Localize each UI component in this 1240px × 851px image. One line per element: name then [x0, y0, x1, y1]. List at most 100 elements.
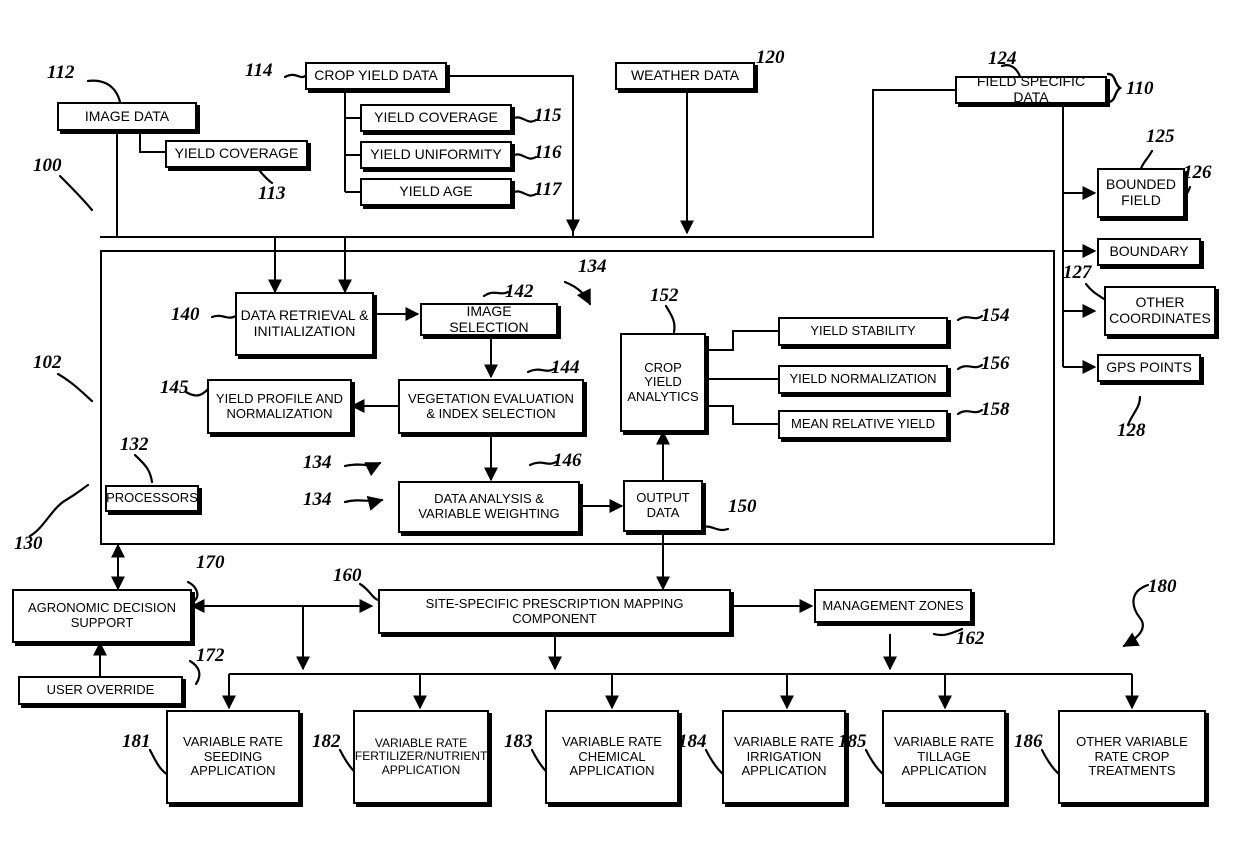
ref-154: 154 — [981, 305, 1010, 326]
box-crop-yield-data[interactable]: CROP YIELD DATA — [305, 62, 447, 90]
box-crop-yield-analytics[interactable]: CROP YIELD ANALYTICS — [620, 333, 706, 432]
ref-182: 182 — [312, 731, 341, 752]
ref-158: 158 — [981, 399, 1010, 420]
ref-134-b: 134 — [303, 452, 332, 473]
ref-183: 183 — [504, 731, 533, 752]
box-gps-points-label: GPS POINTS — [1106, 359, 1192, 376]
box-image-data-label: IMAGE DATA — [84, 107, 170, 124]
box-processors[interactable]: PROCESSORS — [105, 485, 199, 512]
ref-181: 181 — [122, 731, 151, 752]
box-vr-seeding-label: VARIABLE RATE SEEDING APPLICATION — [183, 734, 283, 779]
box-output-data[interactable]: OUTPUT DATA — [623, 480, 703, 532]
box-yield-coverage-image-label: YIELD COVERAGE — [174, 145, 299, 162]
box-data-analysis-label: DATA ANALYSIS & VARIABLE WEIGHTING — [418, 491, 560, 521]
ref-128: 128 — [1117, 420, 1146, 441]
box-boundary-label: BOUNDARY — [1109, 243, 1189, 260]
box-yield-age-label: YIELD AGE — [399, 183, 473, 200]
ref-114: 114 — [245, 60, 273, 81]
box-bounded-field-label: BOUNDED FIELD — [1105, 176, 1176, 208]
box-boundary[interactable]: BOUNDARY — [1097, 238, 1201, 266]
ref-115: 115 — [534, 105, 562, 126]
ref-110: 110 — [1126, 78, 1154, 99]
ref-144: 144 — [551, 357, 580, 378]
box-crop-yield-analytics-label: CROP YIELD ANALYTICS — [627, 359, 699, 404]
box-vr-irrigation-label: VARIABLE RATE IRRIGATION APPLICATION — [734, 734, 834, 779]
ref-127: 127 — [1063, 262, 1092, 283]
box-vr-other-label: OTHER VARIABLE RATE CROP TREATMENTS — [1076, 734, 1188, 779]
box-weather-data-label: WEATHER DATA — [630, 67, 740, 84]
box-agronomic-decision-support-label: AGRONOMIC DECISION SUPPORT — [27, 600, 177, 630]
box-user-override[interactable]: USER OVERRIDE — [18, 676, 183, 705]
box-agronomic-decision-support[interactable]: AGRONOMIC DECISION SUPPORT — [12, 589, 192, 643]
box-yield-coverage[interactable]: YIELD COVERAGE — [360, 104, 512, 132]
box-gps-points[interactable]: GPS POINTS — [1097, 354, 1201, 382]
ref-113: 113 — [258, 183, 286, 204]
box-image-data[interactable]: IMAGE DATA — [57, 102, 197, 131]
box-variable-rate-fertilizer-application[interactable]: VARIABLE RATE FERTILIZER/NUTRIENT APPLIC… — [353, 710, 489, 804]
box-yield-normalization-label: YIELD NORMALIZATION — [789, 371, 937, 387]
ref-142: 142 — [505, 281, 534, 302]
box-variable-rate-tillage-application[interactable]: VARIABLE RATE TILLAGE APPLICATION — [882, 710, 1006, 804]
box-yield-uniformity[interactable]: YIELD UNIFORMITY — [360, 141, 512, 169]
box-image-selection-label: IMAGE SELECTION — [449, 302, 529, 335]
box-variable-rate-irrigation-application[interactable]: VARIABLE RATE IRRIGATION APPLICATION — [722, 710, 846, 804]
box-mean-relative-yield-label: MEAN RELATIVE YIELD — [790, 416, 935, 432]
box-field-specific-data-label: FIELD SPECIFIC DATA — [976, 73, 1086, 105]
box-yield-normalization[interactable]: YIELD NORMALIZATION — [778, 365, 948, 394]
ref-130: 130 — [14, 533, 43, 554]
box-image-selection[interactable]: IMAGE SELECTION — [420, 303, 558, 336]
ref-170: 170 — [196, 552, 225, 573]
ref-145: 145 — [160, 377, 189, 398]
ref-112: 112 — [47, 62, 75, 83]
box-crop-yield-data-label: CROP YIELD DATA — [314, 67, 438, 84]
ref-120: 120 — [756, 47, 785, 68]
ref-134-c: 134 — [303, 489, 332, 510]
ref-180: 180 — [1148, 576, 1177, 597]
box-processors-label: PROCESSORS — [106, 490, 198, 506]
ref-184: 184 — [678, 731, 707, 752]
ref-186: 186 — [1014, 731, 1043, 752]
box-yield-uniformity-label: YIELD UNIFORMITY — [370, 146, 502, 163]
ref-100: 100 — [33, 155, 62, 176]
box-bounded-field[interactable]: BOUNDED FIELD — [1097, 168, 1185, 218]
box-other-coordinates[interactable]: OTHER COORDINATES — [1104, 286, 1216, 336]
box-prescription-mapping-label: SITE-SPECIFIC PRESCRIPTION MAPPING COMPO… — [425, 595, 684, 626]
box-variable-rate-chemical-application[interactable]: VARIABLE RATE CHEMICAL APPLICATION — [545, 710, 679, 804]
box-vr-tillage-label: VARIABLE RATE TILLAGE APPLICATION — [894, 734, 994, 779]
box-yield-age[interactable]: YIELD AGE — [360, 178, 512, 206]
box-other-coordinates-label: OTHER COORDINATES — [1109, 294, 1211, 326]
ref-125: 125 — [1146, 126, 1175, 147]
box-field-specific-data[interactable]: FIELD SPECIFIC DATA — [955, 73, 1107, 105]
box-yield-profile-normalization-label: YIELD PROFILE AND NORMALIZATION — [215, 390, 344, 421]
box-yield-stability-label: YIELD STABILITY — [810, 323, 916, 339]
ref-102: 102 — [33, 352, 62, 373]
ref-156: 156 — [981, 353, 1010, 374]
box-yield-coverage-image[interactable]: YIELD COVERAGE — [165, 140, 308, 168]
box-other-variable-rate-crop-treatments[interactable]: OTHER VARIABLE RATE CROP TREATMENTS — [1058, 710, 1206, 804]
box-site-specific-prescription-mapping-component[interactable]: SITE-SPECIFIC PRESCRIPTION MAPPING COMPO… — [378, 589, 731, 634]
box-yield-coverage-label: YIELD COVERAGE — [374, 109, 498, 126]
box-management-zones-label: MANAGEMENT ZONES — [822, 597, 964, 613]
box-yield-stability[interactable]: YIELD STABILITY — [778, 317, 948, 346]
ref-124: 124 — [988, 48, 1017, 69]
box-variable-rate-seeding-application[interactable]: VARIABLE RATE SEEDING APPLICATION — [166, 710, 300, 804]
ref-117: 117 — [534, 179, 562, 200]
ref-134-a: 134 — [578, 256, 607, 277]
ref-152: 152 — [650, 285, 679, 306]
patent-diagram-canvas: IMAGE DATA YIELD COVERAGE CROP YIELD DAT… — [0, 0, 1240, 851]
box-data-analysis-variable-weighting[interactable]: DATA ANALYSIS & VARIABLE WEIGHTING — [398, 481, 580, 533]
ref-132: 132 — [120, 434, 149, 455]
ref-140: 140 — [171, 304, 200, 325]
box-mean-relative-yield[interactable]: MEAN RELATIVE YIELD — [778, 410, 948, 439]
box-yield-profile-normalization[interactable]: YIELD PROFILE AND NORMALIZATION — [207, 379, 352, 434]
box-output-data-label: OUTPUT DATA — [636, 490, 690, 520]
box-data-retrieval-initialization[interactable]: DATA RETRIEVAL & INITIALIZATION — [235, 292, 374, 356]
ref-150: 150 — [728, 496, 757, 517]
box-vegetation-evaluation-label: VEGETATION EVALUATION & INDEX SELECTION — [408, 390, 574, 421]
ref-162: 162 — [956, 628, 985, 649]
box-weather-data[interactable]: WEATHER DATA — [615, 62, 755, 90]
box-vegetation-evaluation-index-selection[interactable]: VEGETATION EVALUATION & INDEX SELECTION — [398, 379, 584, 434]
ref-172: 172 — [196, 645, 225, 666]
box-management-zones[interactable]: MANAGEMENT ZONES — [814, 589, 972, 623]
ref-116: 116 — [534, 142, 562, 163]
